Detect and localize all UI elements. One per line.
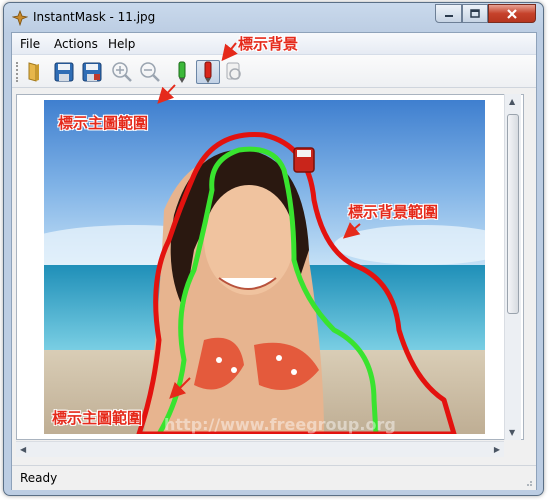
menu-help[interactable]: Help [108, 37, 135, 51]
background-marker-icon [204, 61, 212, 83]
background-marker-button[interactable] [196, 60, 220, 84]
open-button[interactable] [22, 60, 46, 84]
scroll-up-icon[interactable]: ▲ [509, 97, 515, 106]
eraser-icon [226, 62, 241, 80]
maximize-icon [470, 9, 480, 18]
scroll-left-icon[interactable]: ◀ [20, 445, 26, 454]
minimize-button[interactable] [435, 4, 462, 23]
close-button[interactable] [488, 4, 536, 23]
annotation-background-area: 標示背景範圍 [348, 203, 439, 221]
vertical-scroll-thumb[interactable] [507, 114, 519, 314]
menu-actions[interactable]: Actions [54, 37, 98, 51]
foreground-marker-icon [178, 61, 186, 83]
photo[interactable]: http://www.freegroup.org [44, 100, 485, 434]
save-as-icon [82, 62, 102, 82]
maximize-button[interactable] [462, 4, 488, 23]
zoom-in-icon [112, 62, 132, 82]
close-icon [507, 8, 517, 19]
photo-image: http://www.freegroup.org [44, 100, 485, 434]
menu-file[interactable]: File [20, 37, 40, 51]
resize-grip-icon[interactable] [523, 477, 533, 487]
window-title: InstantMask - 11.jpg [33, 10, 156, 24]
save-as-button[interactable] [80, 60, 104, 84]
minimize-icon [444, 14, 453, 17]
zoom-in-button[interactable] [110, 60, 134, 84]
toolbar-grip[interactable] [16, 62, 19, 82]
scroll-down-icon[interactable]: ▼ [509, 428, 515, 437]
horizontal-scrollbar[interactable]: ◀ ▶ [16, 441, 504, 457]
image-canvas[interactable]: http://www.freegroup.org [16, 94, 524, 440]
save-button[interactable] [52, 60, 76, 84]
annotation-foreground-area-bottom: 標示主圖範圍 [52, 409, 143, 427]
photo-watermark: http://www.freegroup.org [164, 415, 396, 434]
save-icon [54, 62, 74, 82]
status-text: Ready [20, 471, 58, 485]
eraser-button[interactable] [222, 60, 246, 84]
scroll-right-icon[interactable]: ▶ [494, 445, 500, 454]
annotation-background-marker: 標示背景 [238, 35, 299, 53]
app-logo-icon [12, 10, 28, 26]
zoom-out-icon [140, 62, 160, 82]
zoom-out-button[interactable] [138, 60, 162, 84]
status-bar: Ready [12, 465, 536, 490]
open-folder-icon [28, 62, 39, 82]
toolbar [12, 55, 536, 88]
vertical-scrollbar[interactable]: ▲ ▼ [504, 94, 521, 440]
foreground-marker-button[interactable] [170, 60, 194, 84]
annotation-foreground-area-top: 標示主圖範圍 [58, 114, 149, 132]
title-bar[interactable]: InstantMask - 11.jpg [4, 3, 543, 33]
